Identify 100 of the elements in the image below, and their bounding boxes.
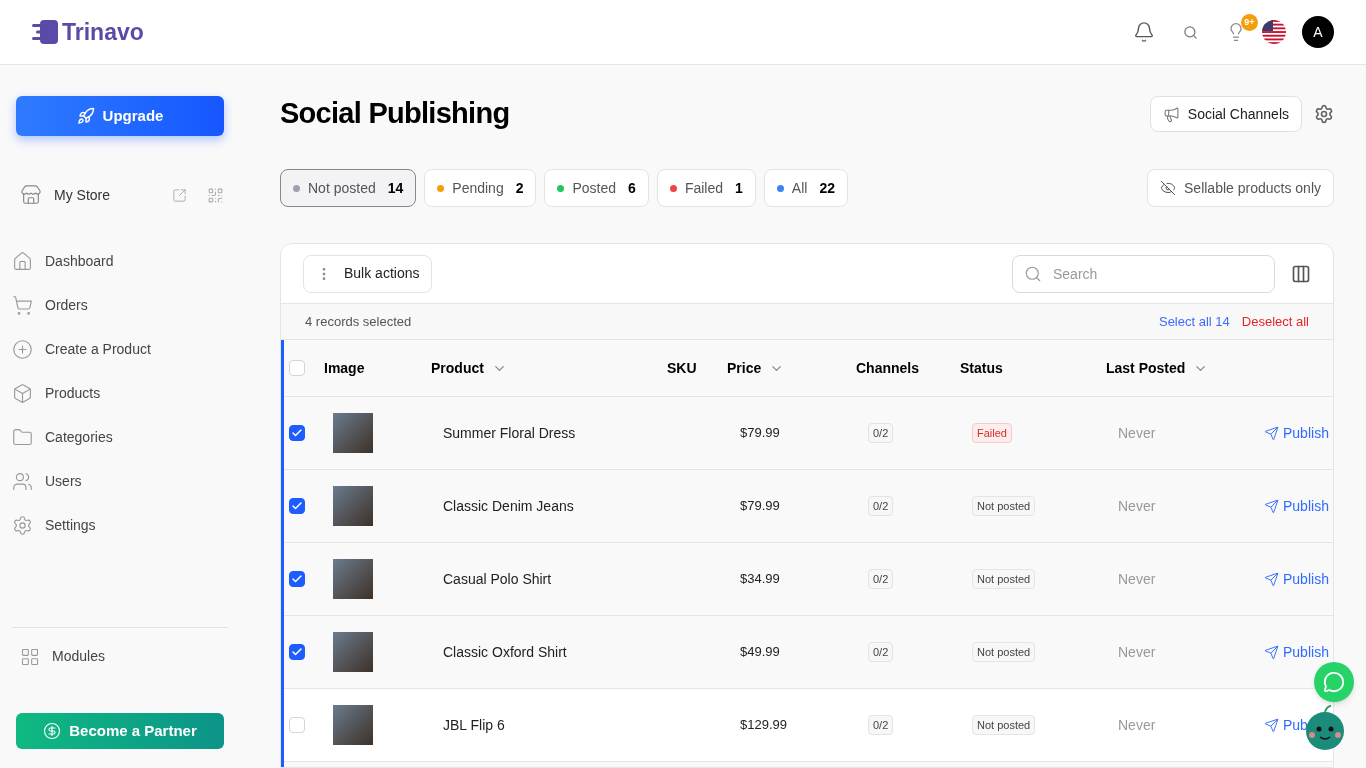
photo-placeholder	[333, 559, 373, 599]
eye-off-icon	[1160, 180, 1176, 196]
logo-icon	[32, 20, 58, 44]
photo-placeholder	[333, 632, 373, 672]
photo-placeholder	[333, 705, 373, 745]
publish-link[interactable]: Publish	[1264, 641, 1329, 663]
send-icon	[1264, 498, 1279, 514]
nav-item[interactable]: Products	[12, 381, 228, 405]
last-posted: Never	[1118, 423, 1156, 443]
logo-text: Trinavo	[62, 17, 144, 47]
upgrade-button[interactable]: Upgrade	[16, 96, 224, 136]
nav-item[interactable]: Categories	[12, 425, 228, 449]
store-link[interactable]: My Store	[54, 184, 110, 206]
search-field[interactable]: Search	[1012, 254, 1275, 293]
column-header[interactable]: Last Posted	[1106, 357, 1209, 379]
search-icon	[1024, 264, 1042, 283]
modules-item[interactable]: Modules	[12, 646, 228, 667]
filter-tab[interactable]: Pending 2	[424, 169, 537, 207]
product-name: Summer Floral Dress	[443, 423, 576, 443]
store-icon	[20, 184, 42, 206]
select-all-link[interactable]: Select all 14	[1158, 311, 1230, 332]
price: $79.99	[740, 424, 780, 443]
product-name: Classic Oxford Shirt	[443, 642, 567, 662]
box-icon	[12, 382, 33, 404]
last-posted: Never	[1118, 496, 1156, 516]
row-checkbox[interactable]	[289, 571, 305, 587]
deselect-all-link[interactable]: Deselect all	[1241, 311, 1309, 332]
row-checkbox[interactable]	[289, 498, 305, 514]
publish-link[interactable]: Publish	[1264, 422, 1329, 444]
send-icon	[1264, 571, 1279, 587]
check-icon	[291, 427, 303, 439]
table-row[interactable]: JBL Flip 6 $129.99 0/2 Not posted Never Pub	[284, 689, 1333, 762]
check-icon	[291, 500, 303, 512]
channels-count: 0/2	[868, 495, 894, 517]
filter-tab[interactable]: Failed 1	[656, 169, 756, 207]
filter-tab[interactable]: Posted 6	[544, 169, 649, 207]
nav-item[interactable]: Dashboard	[12, 249, 228, 273]
row-checkbox[interactable]	[289, 425, 305, 441]
filter-tab[interactable]: Not posted 14	[280, 169, 417, 207]
filter-tab[interactable]: All 22	[763, 169, 848, 207]
channels-count: 0/2	[868, 641, 894, 663]
status-badge: Not posted	[972, 495, 1036, 517]
folder-icon	[12, 426, 33, 448]
check-icon	[291, 573, 303, 585]
check-icon	[291, 646, 303, 658]
nav-item[interactable]: Settings	[12, 513, 228, 537]
publish-link[interactable]: Pub	[1264, 714, 1308, 736]
last-posted: Never	[1118, 569, 1156, 589]
send-icon	[1264, 717, 1279, 733]
nav-item[interactable]: Users	[12, 469, 228, 493]
column-header[interactable]: Product	[431, 357, 507, 379]
bulk-actions-button[interactable]: Bulk actions	[303, 254, 433, 293]
status-badge: Not posted	[972, 568, 1036, 590]
status-badge: Failed	[972, 422, 1012, 444]
settings-icon[interactable]	[1314, 104, 1334, 124]
selection-count: 4 records selected	[305, 312, 412, 331]
publish-link[interactable]: Publish	[1264, 568, 1329, 590]
price: $79.99	[740, 497, 780, 516]
status-badge: Not posted	[972, 714, 1036, 736]
plus-circle-icon	[12, 338, 33, 360]
send-icon	[1264, 425, 1279, 441]
chat-icon	[1323, 671, 1345, 693]
nav-item[interactable]: Orders	[12, 293, 228, 317]
row-checkbox[interactable]	[289, 644, 305, 660]
channels-count: 0/2	[868, 422, 894, 444]
megaphone-icon	[1162, 105, 1180, 123]
flag-icon[interactable]	[1262, 20, 1286, 44]
product-name: JBL Flip 6	[443, 715, 505, 735]
count-badge: 9+	[1241, 14, 1258, 31]
search-icon[interactable]	[1183, 24, 1198, 40]
nav-item[interactable]: Create a Product	[12, 337, 228, 361]
price: $129.99	[740, 716, 787, 735]
product-name: Classic Denim Jeans	[443, 496, 574, 516]
select-all-checkbox[interactable]	[289, 360, 305, 376]
home-icon	[12, 250, 33, 272]
channels-count: 0/2	[868, 568, 894, 590]
last-posted: Never	[1118, 642, 1156, 662]
settings-icon	[12, 514, 33, 536]
status-badge: Not posted	[972, 641, 1036, 663]
column-header[interactable]: Price	[727, 357, 785, 379]
notification-bell-icon[interactable]	[1133, 21, 1155, 43]
last-posted: Never	[1118, 715, 1156, 735]
product-name: Casual Polo Shirt	[443, 569, 552, 589]
column-header: Image	[324, 358, 365, 378]
users-icon	[12, 470, 33, 492]
photo-placeholder	[333, 413, 373, 453]
columns-icon[interactable]	[1291, 263, 1311, 284]
send-icon	[1264, 644, 1279, 660]
column-header: Status	[960, 358, 1003, 378]
column-header: Channels	[856, 358, 919, 378]
page-title: Social Publishing	[280, 96, 510, 132]
column-header: SKU	[667, 358, 697, 378]
grid-icon	[20, 646, 40, 667]
publish-link[interactable]: Publish	[1264, 495, 1329, 517]
avatar[interactable]: A	[1302, 16, 1334, 48]
photo-placeholder	[333, 486, 373, 526]
dollar-icon	[43, 722, 62, 740]
sellable-toggle-button[interactable]: Sellable products only	[1147, 169, 1334, 207]
social-channels-button[interactable]: Social Channels	[1149, 96, 1302, 132]
channels-count: 0/2	[868, 714, 894, 736]
